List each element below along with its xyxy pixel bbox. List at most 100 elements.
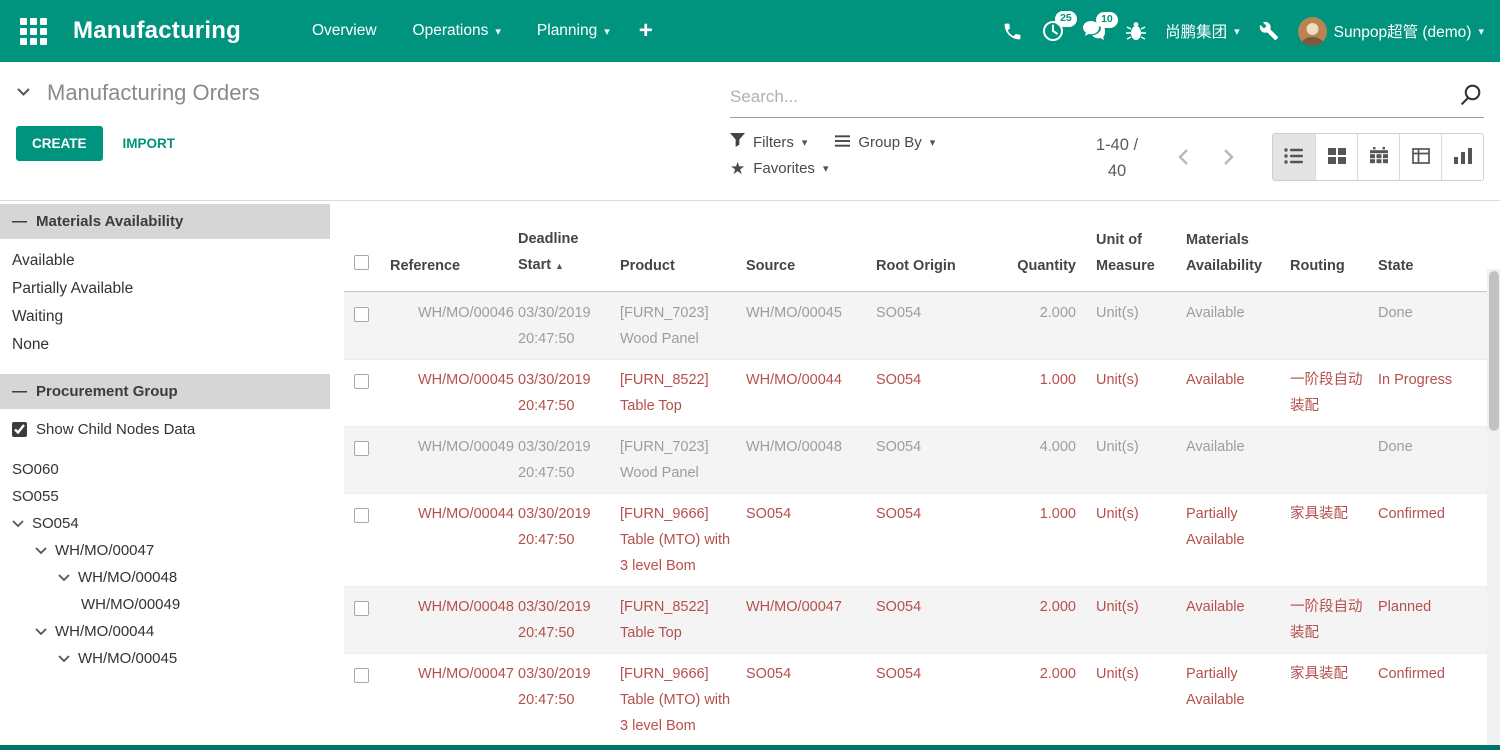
collapse-icon: — bbox=[12, 214, 27, 229]
message-count-badge: 10 bbox=[1096, 12, 1118, 28]
graph-view-icon bbox=[1454, 148, 1472, 167]
column-header-source[interactable]: Source bbox=[744, 246, 874, 291]
vertical-scrollbar[interactable] bbox=[1487, 269, 1500, 745]
messages-icon[interactable]: 10 bbox=[1083, 21, 1107, 41]
sidebar-filter-available[interactable]: Available bbox=[0, 247, 330, 275]
top-menu-item-operations[interactable]: Operations▾ bbox=[400, 13, 514, 49]
search-icon[interactable] bbox=[1459, 82, 1484, 112]
chevron-down-icon[interactable] bbox=[58, 655, 70, 663]
sidebar-filter-none[interactable]: None bbox=[0, 331, 330, 359]
row-checkbox[interactable] bbox=[354, 508, 369, 523]
cell-source: WH/MO/00045 bbox=[744, 293, 874, 359]
filters-menu[interactable]: Filters ▾ bbox=[730, 133, 807, 151]
section-procurement-group[interactable]: — Procurement Group bbox=[0, 374, 330, 409]
quick-create-button[interactable]: + bbox=[623, 17, 669, 45]
top-menu-item-overview[interactable]: Overview bbox=[299, 13, 390, 49]
chevron-down-icon[interactable] bbox=[58, 574, 70, 582]
cell-product: [FURN_7023] Wood Panel bbox=[618, 427, 744, 493]
favorites-menu[interactable]: ★ Favorites ▾ bbox=[730, 160, 828, 177]
debug-bug-icon[interactable] bbox=[1126, 21, 1146, 41]
row-checkbox[interactable] bbox=[354, 307, 369, 322]
tree-item-so054[interactable]: SO054 bbox=[0, 510, 330, 537]
show-child-nodes-row[interactable]: Show Child Nodes Data bbox=[0, 409, 330, 442]
cell-materials-availability: Available bbox=[1178, 427, 1288, 493]
table-row[interactable]: WH/MO/0004503/30/2019 20:47:50[FURN_8522… bbox=[344, 359, 1500, 426]
column-header-root-origin[interactable]: Root Origin bbox=[874, 246, 1002, 291]
chevron-down-icon[interactable] bbox=[12, 520, 24, 528]
user-menu-label: Sunpop超管 (demo) bbox=[1334, 20, 1472, 42]
cell-reference: WH/MO/00048 bbox=[388, 587, 516, 653]
view-calendar-button[interactable] bbox=[1357, 134, 1399, 180]
tree-item-so060[interactable]: SO060 bbox=[0, 456, 330, 483]
scrollbar-thumb[interactable] bbox=[1489, 271, 1499, 431]
breadcrumb: Manufacturing Orders bbox=[16, 80, 730, 106]
column-header-deadline-start[interactable]: Deadline Start▲ bbox=[516, 219, 618, 291]
row-select-cell bbox=[344, 494, 388, 586]
tree-item-wh-mo-00044[interactable]: WH/MO/00044 bbox=[0, 618, 330, 645]
search-input[interactable] bbox=[730, 87, 1459, 107]
cell-source: WH/MO/00047 bbox=[744, 587, 874, 653]
row-checkbox[interactable] bbox=[354, 441, 369, 456]
chevron-down-icon[interactable] bbox=[35, 628, 47, 636]
tree-item-wh-mo-00048[interactable]: WH/MO/00048 bbox=[0, 564, 330, 591]
column-header-materials-availability[interactable]: Materials Availability bbox=[1178, 220, 1288, 291]
view-pivot-button[interactable] bbox=[1399, 134, 1441, 180]
column-header-product[interactable]: Product bbox=[618, 246, 744, 291]
show-child-nodes-checkbox[interactable] bbox=[12, 422, 27, 437]
select-all-checkbox[interactable] bbox=[354, 255, 369, 270]
column-header-state[interactable]: State bbox=[1376, 246, 1468, 291]
row-checkbox[interactable] bbox=[354, 601, 369, 616]
app-title[interactable]: Manufacturing bbox=[73, 17, 241, 45]
table-row[interactable]: WH/MO/0004403/30/2019 20:47:50[FURN_9666… bbox=[344, 493, 1500, 586]
row-checkbox[interactable] bbox=[354, 374, 369, 389]
expand-breadcrumb-icon[interactable] bbox=[16, 84, 31, 102]
cell-state: Confirmed bbox=[1376, 654, 1468, 745]
pager-previous-icon[interactable] bbox=[1176, 146, 1191, 171]
table-row[interactable]: WH/MO/0004703/30/2019 20:47:50[FURN_9666… bbox=[344, 653, 1500, 745]
table-row[interactable]: WH/MO/0004903/30/2019 20:47:50[FURN_7023… bbox=[344, 426, 1500, 493]
cell-reference: WH/MO/00045 bbox=[388, 360, 516, 426]
row-checkbox[interactable] bbox=[354, 668, 369, 683]
company-menu[interactable]: 尚鹏集团 ▾ bbox=[1165, 20, 1240, 42]
tree-item-wh-mo-00045[interactable]: WH/MO/00045 bbox=[0, 645, 330, 672]
cell-product: [FURN_8522] Table Top bbox=[618, 587, 744, 653]
cell-source: WH/MO/00044 bbox=[744, 360, 874, 426]
wrench-icon[interactable] bbox=[1259, 21, 1279, 41]
apps-menu-icon[interactable] bbox=[20, 18, 47, 45]
sidebar-filter-partially-available[interactable]: Partially Available bbox=[0, 275, 330, 303]
tree-item-so055[interactable]: SO055 bbox=[0, 483, 330, 510]
user-menu[interactable]: Sunpop超管 (demo) ▾ bbox=[1298, 17, 1484, 46]
view-kanban-button[interactable] bbox=[1315, 134, 1357, 180]
view-list-button[interactable] bbox=[1273, 134, 1315, 180]
phone-icon[interactable] bbox=[1002, 21, 1023, 42]
row-select-cell bbox=[344, 427, 388, 493]
cell-deadline-start: 03/30/2019 20:47:50 bbox=[516, 654, 618, 745]
row-select-cell bbox=[344, 587, 388, 653]
import-button[interactable]: IMPORT bbox=[123, 136, 176, 151]
tree-item-wh-mo-00049[interactable]: WH/MO/00049 bbox=[0, 591, 330, 618]
pager-next-icon[interactable] bbox=[1221, 146, 1236, 171]
select-all-cell bbox=[344, 253, 388, 291]
manufacturing-orders-list: ReferenceDeadline Start▲ProductSourceRoo… bbox=[330, 201, 1500, 745]
section-materials-availability[interactable]: — Materials Availability bbox=[0, 204, 330, 239]
sidebar-filter-waiting[interactable]: Waiting bbox=[0, 303, 330, 331]
view-switcher bbox=[1272, 133, 1484, 181]
table-row[interactable]: WH/MO/0004803/30/2019 20:47:50[FURN_8522… bbox=[344, 586, 1500, 653]
tree-item-wh-mo-00047[interactable]: WH/MO/00047 bbox=[0, 537, 330, 564]
create-button[interactable]: CREATE bbox=[16, 126, 103, 161]
sort-asc-icon: ▲ bbox=[555, 261, 564, 271]
column-header-quantity[interactable]: Quantity bbox=[1002, 246, 1086, 291]
column-header-unit-of-measure[interactable]: Unit of Measure bbox=[1086, 220, 1178, 291]
star-icon: ★ bbox=[730, 160, 745, 177]
cell-deadline-start: 03/30/2019 20:47:50 bbox=[516, 427, 618, 493]
activities-icon[interactable]: 25 bbox=[1042, 20, 1064, 42]
top-menu-item-planning[interactable]: Planning▾ bbox=[524, 13, 623, 49]
view-graph-button[interactable] bbox=[1441, 134, 1483, 180]
chevron-down-icon[interactable] bbox=[35, 547, 47, 555]
table-row[interactable]: WH/MO/0004603/30/2019 20:47:50[FURN_7023… bbox=[344, 292, 1500, 359]
group-by-menu[interactable]: Group By ▾ bbox=[835, 133, 935, 151]
calendar-view-icon bbox=[1370, 147, 1388, 167]
column-header-reference[interactable]: Reference bbox=[388, 246, 516, 291]
column-header-routing[interactable]: Routing bbox=[1288, 246, 1376, 291]
filter-funnel-icon bbox=[730, 133, 745, 151]
